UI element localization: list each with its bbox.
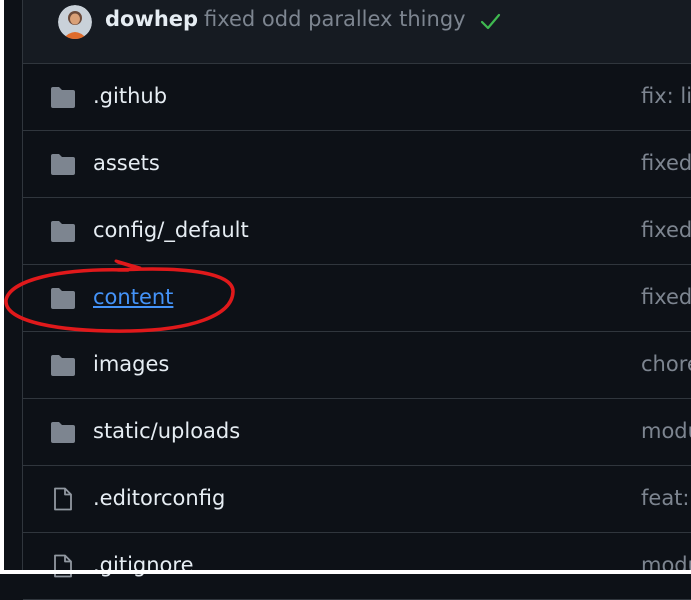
commit-message-link[interactable]: fixed [641,218,691,242]
commit-message-link[interactable]: feat: [641,486,690,510]
folder-icon [51,355,75,376]
commit-message-link[interactable]: modu [641,419,691,443]
check-icon[interactable] [479,10,501,32]
avatar[interactable] [58,5,92,39]
commit-message[interactable]: fixed odd parallex thingy [204,7,466,31]
file-name-link[interactable]: content [93,285,173,309]
file-icon [54,554,72,578]
commit-message-link[interactable]: fixed [641,151,691,175]
file-name-link[interactable]: assets [93,151,160,175]
window-edge-bottom [0,570,691,574]
file-name-link[interactable]: images [93,352,169,376]
file-row[interactable]: .gitignoremodu [23,533,691,600]
folder-row[interactable]: static/uploads modu [23,399,691,466]
window-edge [0,0,4,574]
folder-row[interactable]: content fixed [23,265,691,332]
file-name-link[interactable]: .github [93,84,167,108]
folder-icon [51,154,75,175]
folder-icon [51,288,75,309]
folder-row[interactable]: .github fix: lir [23,64,691,131]
latest-commit-bar: dowhep fixed odd parallex thingy [23,0,691,64]
file-row[interactable]: .editorconfig feat: [23,466,691,533]
file-browser: dowhep fixed odd parallex thingy .github… [22,0,691,600]
file-icon [54,487,72,511]
folder-row[interactable]: images chore [23,332,691,399]
folder-icon [51,87,75,108]
folder-row[interactable]: assets fixed [23,131,691,198]
commit-message-link[interactable]: fixed [641,285,691,309]
commit-message-link[interactable]: fix: lir [641,84,691,108]
file-name-link[interactable]: config/_default [93,218,249,242]
commit-message-link[interactable]: chore [641,352,691,376]
folder-icon [51,221,75,242]
file-name-link[interactable]: static/uploads [93,419,240,443]
commit-author[interactable]: dowhep [105,7,198,31]
folder-row[interactable]: config/_default fixed [23,198,691,265]
file-name-link[interactable]: .editorconfig [93,486,225,510]
folder-icon [51,422,75,443]
